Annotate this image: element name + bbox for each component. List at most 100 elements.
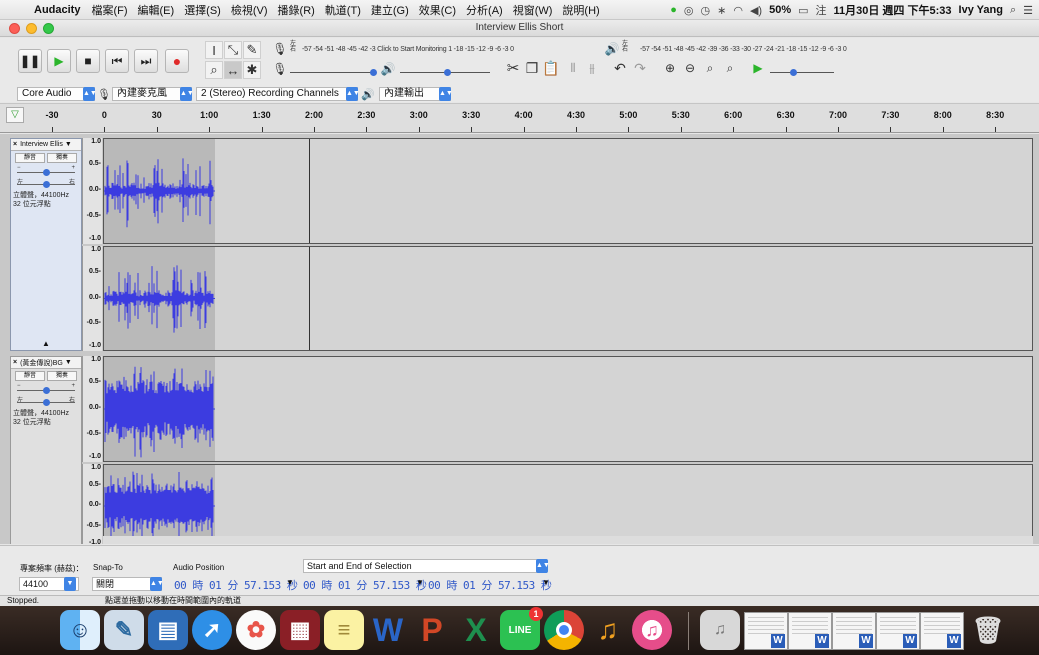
paste-icon[interactable]: 📋 xyxy=(542,60,559,76)
playhead-cursor[interactable] xyxy=(309,139,310,243)
notes-icon[interactable]: ≡ xyxy=(324,610,364,650)
time-shift-tool-icon[interactable]: ↔ xyxy=(224,61,242,79)
menu-tracks[interactable]: 軌道(T) xyxy=(325,2,361,18)
battery-icon[interactable]: ▭ xyxy=(798,4,808,17)
multi-tool-icon[interactable]: ✱ xyxy=(243,61,261,79)
pan-slider[interactable]: 左右 xyxy=(15,177,77,189)
word-icon[interactable]: W xyxy=(368,610,408,650)
menu-edit[interactable]: 編輯(E) xyxy=(138,2,175,18)
record-button[interactable]: ● xyxy=(165,49,189,73)
menu-view[interactable]: 檢視(V) xyxy=(231,2,268,18)
playback-device-select[interactable]: 內建輸出 ▲▼ xyxy=(379,87,453,101)
menu-analyze[interactable]: 分析(A) xyxy=(466,2,503,18)
word-doc-thumbnail[interactable]: W xyxy=(744,612,788,650)
pause-button[interactable]: ❚❚ xyxy=(18,49,42,73)
user-name[interactable]: Ivy Yang xyxy=(959,4,1003,16)
waveform-channel[interactable] xyxy=(103,356,1033,462)
gain-slider[interactable]: − + xyxy=(15,383,77,395)
selection-mode-dropdown-icon[interactable]: ▲▼ xyxy=(536,559,550,573)
selection-start-time[interactable]: 00 時 01 分 57.153 秒 xyxy=(303,577,427,592)
mute-button[interactable]: 靜音 xyxy=(15,153,45,163)
creative-cloud-icon[interactable]: ◎ xyxy=(684,4,694,17)
excel-icon[interactable]: X xyxy=(456,610,496,650)
word-doc-thumbnail[interactable]: W xyxy=(876,612,920,650)
selection-mode-select[interactable]: Start and End of Selection xyxy=(303,559,547,573)
trim-icon[interactable]: ⫴ xyxy=(565,60,581,76)
selection-end-dropdown-icon[interactable]: ▼ xyxy=(542,578,550,587)
trash-icon[interactable]: 🗑 xyxy=(968,610,1008,650)
fit-selection-icon[interactable]: ⌕ xyxy=(702,60,718,76)
clock[interactable]: 11月30日 週四 下午5:33 xyxy=(834,2,952,18)
fit-project-icon[interactable]: ⌕ xyxy=(722,60,738,76)
word-doc-thumbnail[interactable]: W xyxy=(832,612,876,650)
track-control-panel[interactable]: × (黃金傳說)BG ▼ 靜音 獨奏 − + 左右 立體聲，44100Hz 32 位元… xyxy=(10,356,82,544)
zoom-out-icon[interactable]: ⊖ xyxy=(682,60,698,76)
waveform-channel[interactable] xyxy=(103,246,1033,351)
zoom-in-icon[interactable]: ⊕ xyxy=(662,60,678,76)
selection-start-dropdown-icon[interactable]: ▼ xyxy=(416,578,424,587)
audio-host-select[interactable]: Core Audio ▲▼ xyxy=(17,87,97,101)
record-meter[interactable]: -57 -54 -51 -48 -45 -42 -3 Click to Star… xyxy=(302,43,514,55)
photos-icon[interactable]: ✿ xyxy=(236,610,276,650)
notification-center-icon[interactable]: ☰ xyxy=(1023,4,1033,17)
app-menu[interactable]: Audacity xyxy=(34,4,80,16)
amplitude-ruler[interactable]: 1.0 0.5- 0.0- -0.5- -1.0 xyxy=(82,138,102,244)
timeline-play-icon[interactable]: ▽ xyxy=(6,107,24,123)
track-name-menu[interactable]: × (黃金傳說)BG ▼ xyxy=(11,357,81,369)
gain-slider[interactable]: − + xyxy=(15,165,77,177)
record-meter-icon[interactable]: 🎙 xyxy=(272,41,288,57)
undo-icon[interactable]: ↶ xyxy=(612,60,628,76)
track-name-menu[interactable]: × Interview Ellis ▼ xyxy=(11,139,81,151)
close-track-icon[interactable]: × xyxy=(13,141,17,148)
menu-file[interactable]: 檔案(F) xyxy=(91,2,127,18)
input-method-icon[interactable]: 注 xyxy=(816,2,827,18)
menu-select[interactable]: 選擇(S) xyxy=(184,2,221,18)
timeline-ruler[interactable]: ▽ -30 0 30 1:00 1:30 2:00 2:30 3:00 3:30 4:00 4:30… xyxy=(0,103,1039,133)
audio-position-dropdown-icon[interactable]: ▼ xyxy=(286,578,294,587)
amplitude-ruler[interactable]: 1.0 0.5- 0.0- -0.5- -1.0 xyxy=(82,464,102,544)
finder-icon[interactable]: ☺ xyxy=(60,610,100,650)
keynote-icon[interactable]: ▤ xyxy=(148,610,188,650)
collapse-track-icon[interactable]: ▲ xyxy=(11,339,81,348)
itunes-icon[interactable]: ♫ xyxy=(632,610,672,650)
snap-to-dropdown-icon[interactable]: ▲▼ xyxy=(150,577,164,591)
skip-end-button[interactable]: ⏭ xyxy=(134,49,158,73)
selection-end-time[interactable]: 00 時 01 分 57.153 秒 xyxy=(428,577,552,592)
solo-button[interactable]: 獨奏 xyxy=(47,371,77,381)
menu-generate[interactable]: 建立(G) xyxy=(371,2,409,18)
menu-effect[interactable]: 效果(C) xyxy=(419,2,456,18)
play-button[interactable]: ▶ xyxy=(47,49,71,73)
play-at-speed-icon[interactable]: ▶ xyxy=(750,60,766,76)
cut-icon[interactable]: ✂ xyxy=(505,60,521,77)
safari-icon[interactable]: ➚ xyxy=(192,610,232,650)
menu-transport[interactable]: 播錄(R) xyxy=(278,2,315,18)
line-icon[interactable]: LINE 1 xyxy=(500,607,543,650)
waveform-channel[interactable] xyxy=(103,464,1033,544)
audacity-icon[interactable]: ♫ xyxy=(588,610,628,650)
audio-position-time[interactable]: 00 時 01 分 57.153 秒 xyxy=(174,577,298,592)
wifi-icon[interactable]: ◠ xyxy=(733,4,743,17)
horizontal-scrollbar[interactable] xyxy=(103,536,1033,544)
word-doc-thumbnail[interactable]: W xyxy=(788,612,832,650)
zoom-tool-icon[interactable]: ⌕ xyxy=(205,61,223,79)
project-rate-dropdown-icon[interactable]: ▼ xyxy=(64,577,76,591)
playback-meter[interactable]: -57 -54 -51 -48 -45 -42 -39 -36 -33 -30 … xyxy=(640,43,847,55)
word-doc-thumbnail[interactable]: W xyxy=(920,612,964,650)
bluetooth-icon[interactable]: ∗ xyxy=(717,4,726,17)
menu-help[interactable]: 說明(H) xyxy=(562,2,599,18)
solo-button[interactable]: 獨奏 xyxy=(47,153,77,163)
powerpoint-icon[interactable]: P xyxy=(412,610,452,650)
photo-booth-icon[interactable]: ▦ xyxy=(280,610,320,650)
spotlight-icon[interactable]: ⌕ xyxy=(1010,4,1016,17)
draw-tool-icon[interactable]: ✎ xyxy=(243,41,261,59)
preview-icon[interactable]: ✎ xyxy=(104,610,144,650)
playhead-cursor[interactable] xyxy=(309,247,310,350)
play-speed-slider[interactable] xyxy=(790,69,797,76)
chrome-icon[interactable] xyxy=(544,610,584,650)
recording-volume-slider[interactable] xyxy=(370,69,377,76)
envelope-tool-icon[interactable]: ⤡ xyxy=(224,41,242,59)
close-track-icon[interactable]: × xyxy=(13,359,17,366)
recording-channels-select[interactable]: 2 (Stereo) Recording Channels ▲▼ xyxy=(196,87,360,101)
playback-meter-icon[interactable]: 🔊 xyxy=(604,41,620,57)
volume-icon[interactable]: ◀) xyxy=(750,4,762,17)
